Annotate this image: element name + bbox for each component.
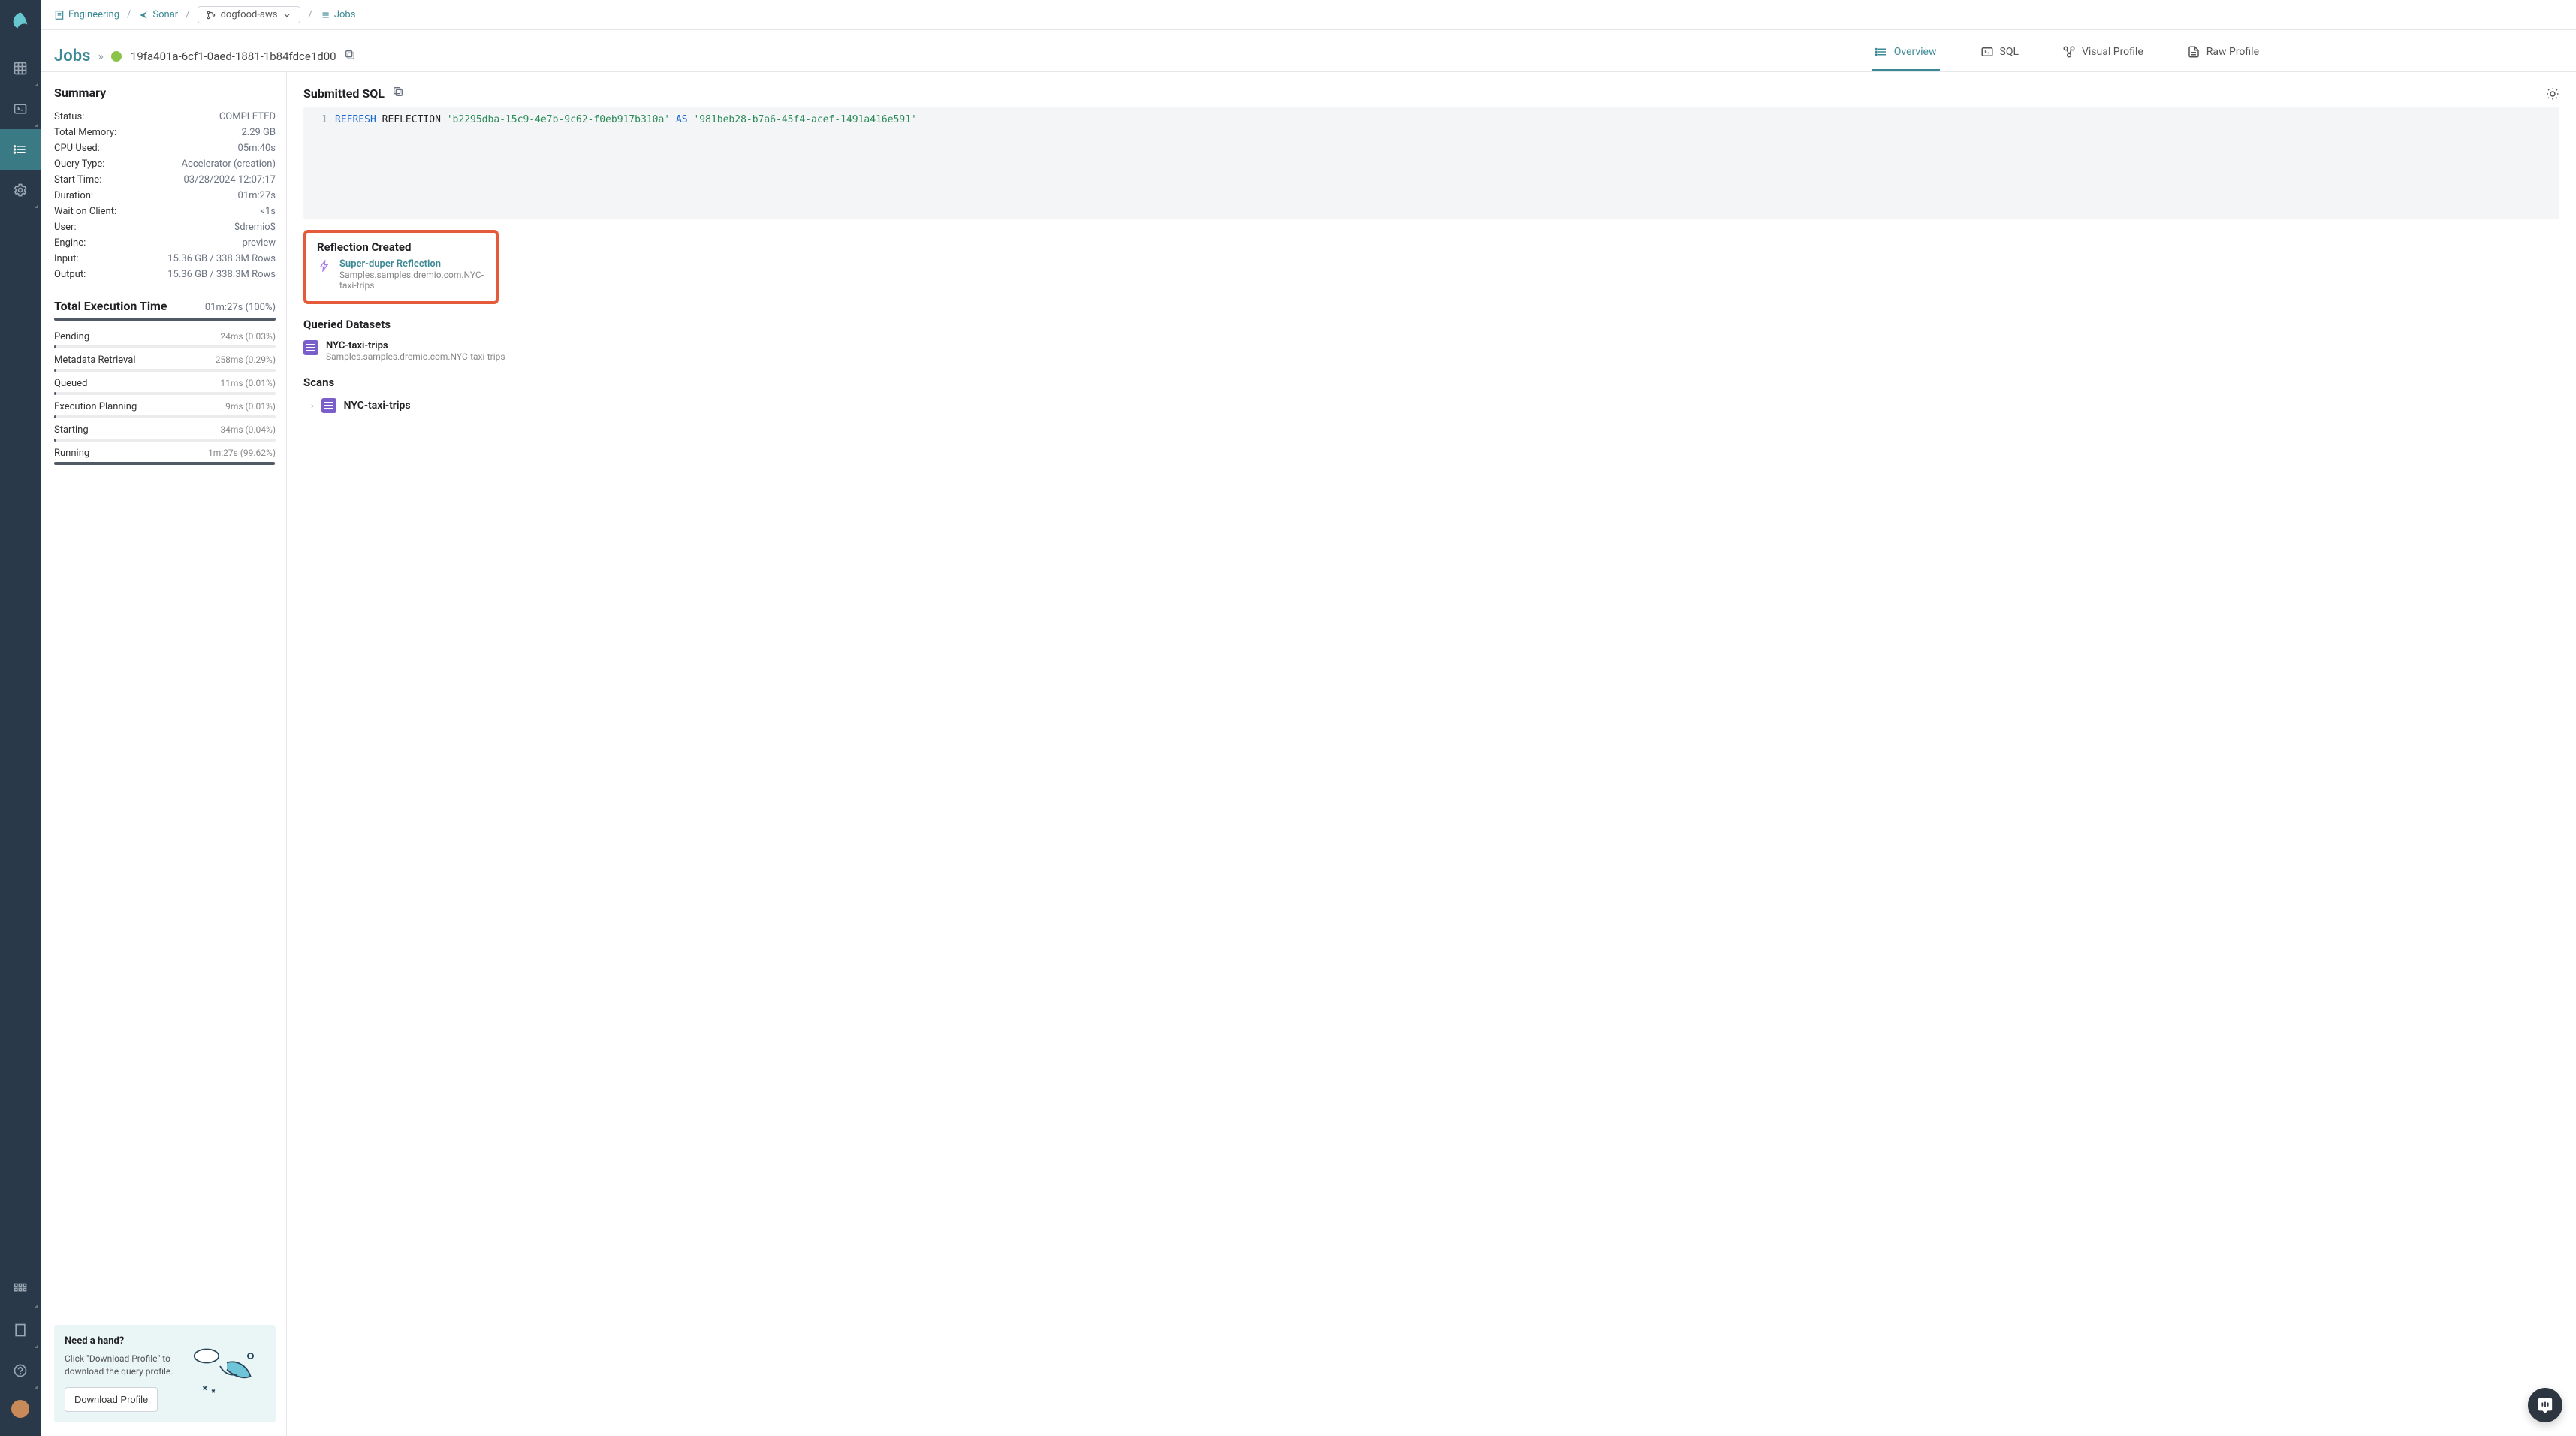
right-panel: Submitted SQL 1REFRESH REFLECTION 'b2295… (287, 72, 2576, 1436)
scans-section: Scans › NYC-taxi-trips (303, 376, 2559, 413)
phase-row: Execution Planning9ms (0.01%) (54, 401, 276, 418)
summary-row: Total Memory:2.29 GB (54, 125, 276, 140)
phase-row: Running1m:27s (99.62%) (54, 448, 276, 465)
job-id: 19fa401a-6cf1-0aed-1881-1b84fdce1d00 (131, 50, 336, 63)
job-tabs: Overview SQL Visual Profile Raw Profile (1872, 41, 2262, 71)
breadcrumb-jobs[interactable]: Jobs (320, 9, 356, 20)
dataset-icon (303, 340, 318, 355)
branch-name: dogfood-aws (221, 9, 278, 20)
tab-raw-profile[interactable]: Raw Profile (2184, 45, 2262, 71)
reflection-created-card: Reflection Created Super-duper Reflectio… (303, 230, 499, 304)
sidebar-item-jobs[interactable] (0, 129, 41, 170)
tab-sql[interactable]: SQL (1977, 45, 2022, 71)
reflection-icon (317, 258, 332, 273)
dremio-logo (10, 11, 31, 32)
tet-bar-total (54, 318, 276, 321)
summary-row: Query Type:Accelerator (creation) (54, 156, 276, 172)
breadcrumb: Engineering / Sonar / dogfood-aws / Jobs (41, 0, 2576, 30)
summary-row: Duration:01m:27s (54, 188, 276, 204)
sidebar-item-apps[interactable] (0, 1269, 41, 1310)
reflection-name-link[interactable]: Super-duper Reflection (339, 258, 485, 270)
tab-overview[interactable]: Overview (1872, 45, 1940, 71)
branch-selector[interactable]: dogfood-aws (198, 6, 301, 23)
copy-job-id-button[interactable] (344, 49, 356, 64)
reflection-title: Reflection Created (317, 240, 485, 254)
expand-scan-button[interactable]: › (311, 400, 314, 411)
tet-title: Total Execution Time (54, 299, 167, 313)
chevron-down-icon (282, 10, 292, 20)
summary-row: User:$dremio$ (54, 219, 276, 235)
tet-total: 01m:27s (100%) (205, 302, 276, 313)
copy-sql-button[interactable] (392, 86, 404, 101)
job-header: Jobs » 19fa401a-6cf1-0aed-1881-1b84fdce1… (41, 30, 2576, 72)
sidebar-item-org[interactable] (0, 1310, 41, 1350)
scan-name[interactable]: NYC-taxi-trips (344, 400, 411, 412)
sql-code-block[interactable]: 1REFRESH REFLECTION 'b2295dba-15c9-4e7b-… (303, 107, 2559, 219)
jobs-title[interactable]: Jobs (54, 47, 90, 65)
dataset-icon (321, 398, 336, 413)
summary-title: Summary (54, 86, 276, 100)
summary-row: Wait on Client:<1s (54, 204, 276, 219)
phase-row: Queued11ms (0.01%) (54, 378, 276, 395)
queried-datasets-section: Queried Datasets NYC-taxi-trips Samples.… (303, 318, 2559, 362)
breadcrumb-engineering[interactable]: Engineering (54, 9, 119, 20)
summary-row: Start Time:03/28/2024 12:07:17 (54, 172, 276, 188)
sidebar-item-help[interactable] (0, 1350, 41, 1391)
help-text: Click "Download Profile" to download the… (65, 1353, 177, 1378)
summary-row: Status:COMPLETED (54, 109, 276, 125)
phase-row: Metadata Retrieval258ms (0.29%) (54, 354, 276, 372)
help-card: Need a hand? Click "Download Profile" to… (54, 1325, 276, 1422)
phase-row: Starting34ms (0.04%) (54, 424, 276, 442)
reflection-path: Samples.samples.dremio.com.NYC-taxi-trip… (339, 270, 485, 291)
intercom-chat-button[interactable] (2528, 1388, 2562, 1422)
summary-row: Input:15.36 GB / 338.3M Rows (54, 251, 276, 267)
mascot-icon (186, 1332, 268, 1400)
phase-row: Pending24ms (0.03%) (54, 331, 276, 348)
submitted-sql-title: Submitted SQL (303, 86, 385, 101)
summary-row: Output:15.36 GB / 338.3M Rows (54, 267, 276, 282)
sidebar-item-datasets[interactable] (0, 48, 41, 89)
summary-row: Engine:preview (54, 235, 276, 251)
download-profile-button[interactable]: Download Profile (65, 1387, 158, 1412)
sidebar-item-settings[interactable] (0, 170, 41, 210)
dataset-name[interactable]: NYC-taxi-trips (326, 340, 505, 351)
tab-visual-profile[interactable]: Visual Profile (2059, 45, 2146, 71)
dataset-path: Samples.samples.dremio.com.NYC-taxi-trip… (326, 351, 505, 362)
left-panel: Summary Status:COMPLETEDTotal Memory:2.2… (41, 72, 287, 1436)
breadcrumb-sonar[interactable]: Sonar (138, 9, 178, 20)
sidebar-item-sql[interactable] (0, 89, 41, 129)
status-success-icon (111, 51, 122, 62)
theme-toggle-button[interactable] (2546, 87, 2559, 104)
left-sidebar (0, 0, 41, 1436)
summary-row: CPU Used:05m:40s (54, 140, 276, 156)
user-avatar[interactable] (11, 1400, 29, 1418)
